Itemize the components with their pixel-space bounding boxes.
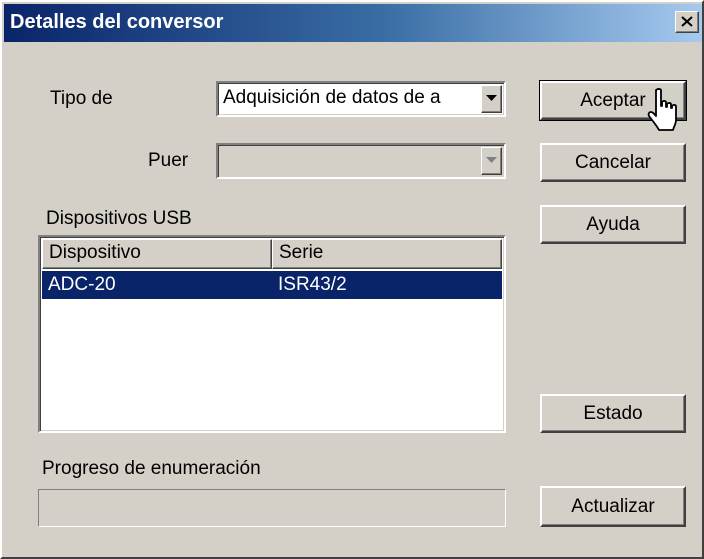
usb-device-list[interactable]: Dispositivo Serie ADC-20 ISR43/2 <box>38 235 506 433</box>
hand-pointer-icon <box>647 88 677 131</box>
cancelar-button[interactable]: Cancelar <box>540 143 686 182</box>
tipo-label: Tipo de <box>50 88 113 109</box>
dialog-window: Detalles del conversor Tipo de Adquisici… <box>0 0 704 559</box>
usb-section-label: Dispositivos USB <box>46 208 192 229</box>
ayuda-button[interactable]: Ayuda <box>540 205 686 244</box>
column-header-dispositivo[interactable]: Dispositivo <box>42 239 272 269</box>
title-bar[interactable]: Detalles del conversor <box>4 4 702 42</box>
close-button[interactable] <box>675 11 699 33</box>
tipo-select-value: Adquisición de datos de a <box>223 87 441 108</box>
enumeration-progress-bar <box>38 489 506 527</box>
device-serial-cell: ISR43/2 <box>278 274 347 295</box>
actualizar-button[interactable]: Actualizar <box>540 486 686 527</box>
puerto-label: Puer <box>148 150 189 171</box>
puerto-select[interactable] <box>216 143 506 179</box>
tipo-select[interactable]: Adquisición de datos de a <box>216 81 506 117</box>
column-header-serie[interactable]: Serie <box>272 239 502 269</box>
chevron-down-icon <box>486 95 497 101</box>
close-icon <box>681 16 693 27</box>
puerto-dropdown-button[interactable] <box>481 147 502 175</box>
progress-label: Progreso de enumeración <box>42 458 261 479</box>
estado-button[interactable]: Estado <box>540 394 686 433</box>
window-title: Detalles del conversor <box>10 11 224 33</box>
table-row[interactable]: ADC-20 ISR43/2 <box>42 271 502 299</box>
device-name-cell: ADC-20 <box>48 274 116 295</box>
chevron-down-icon <box>486 157 497 163</box>
tipo-dropdown-button[interactable] <box>481 85 502 113</box>
